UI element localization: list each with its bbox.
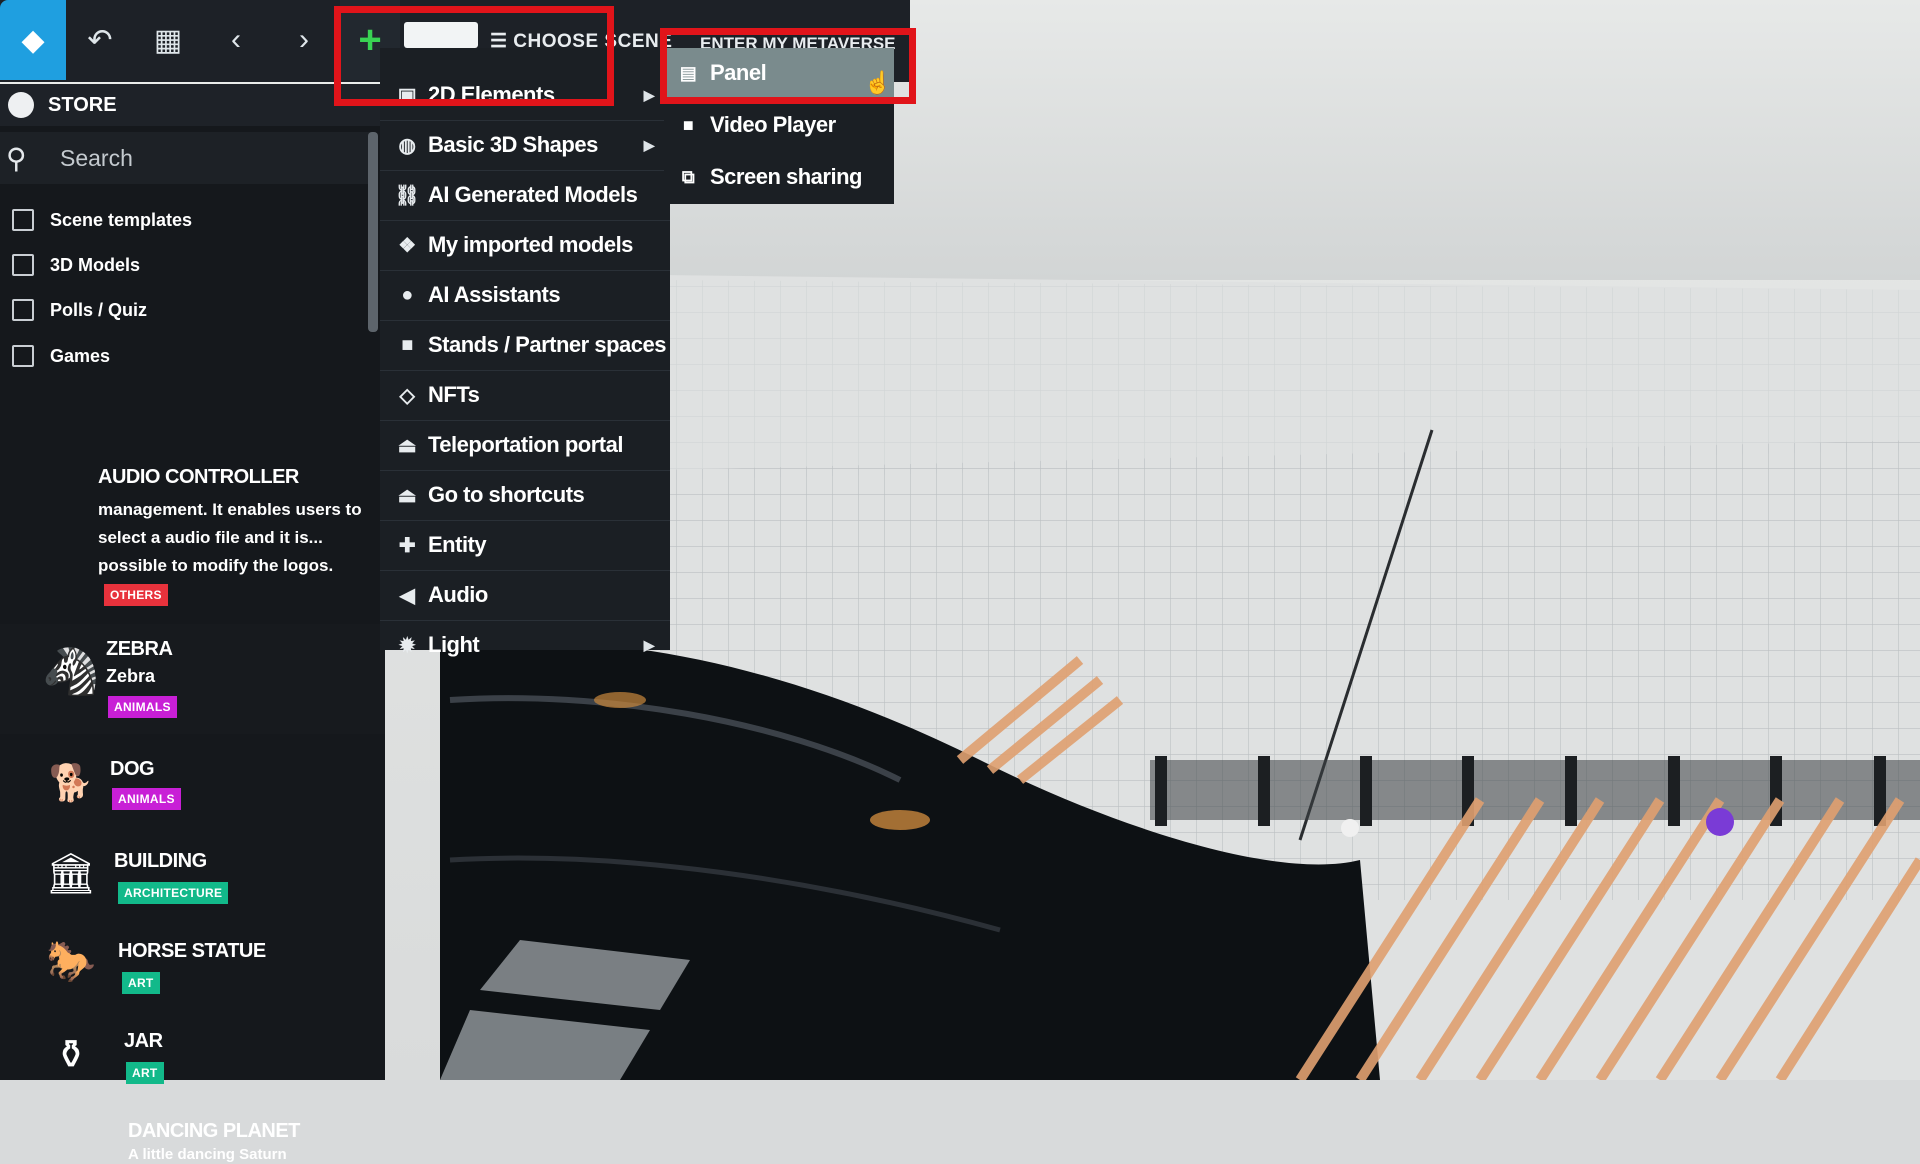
submenu-item-video-player[interactable]: ■ Video Player <box>664 100 894 150</box>
menu-item-go-to-shortcuts[interactable]: ⏏ Go to shortcuts <box>380 470 670 521</box>
item-subtitle: Zebra <box>106 666 156 686</box>
checkbox[interactable] <box>12 345 34 367</box>
list-item[interactable]: 🐎 HORSE STATUE ART <box>0 924 385 1014</box>
menu-item-entity[interactable]: ✚ Entity <box>380 520 670 571</box>
category-badge: ANIMALS <box>108 696 177 718</box>
store-scrollbar[interactable] <box>368 132 378 332</box>
search-icon: ⚲ <box>6 142 27 174</box>
speaker-icon: ◀ <box>399 584 415 607</box>
diamond-icon: ◇ <box>399 384 415 407</box>
menu-item-ai-assistants[interactable]: ● AI Assistants <box>380 270 670 321</box>
item-title: AUDIO CONTROLLER <box>98 466 299 488</box>
sun-icon: ✹ <box>398 634 416 657</box>
undo-icon[interactable]: ↶ <box>66 0 134 80</box>
menu-item-label: AI Assistants <box>428 282 561 307</box>
menu-item-ai-generated-models[interactable]: ⛓ AI Generated Models <box>380 170 670 221</box>
plus-icon: ✚ <box>398 534 416 557</box>
filter-label: Polls / Quiz <box>50 299 148 320</box>
menu-item-label: Stands / Partner spaces <box>428 332 666 357</box>
shapes-icon: ◍ <box>398 134 416 157</box>
hand-cursor-icon: ☝ <box>864 70 892 95</box>
store-toggle[interactable] <box>8 92 34 118</box>
submenu-item-label: Screen sharing <box>710 164 862 189</box>
menu-item-stands[interactable]: ■ Stands / Partner spaces <box>380 320 670 371</box>
menu-item-label: NFTs <box>428 382 480 407</box>
item-title: DANCING PLANET <box>128 1120 300 1142</box>
submenu-item-label: Video Player <box>710 112 836 137</box>
diamond-icon[interactable]: ◆ <box>0 0 66 80</box>
list-item[interactable]: 🐕 DOG ANIMALS <box>0 744 385 834</box>
zebra-thumbnail-icon: 🦓 <box>42 644 100 697</box>
screen-share-icon: ⧉ <box>681 166 695 187</box>
model-icon: ❖ <box>398 234 416 257</box>
item-title: ZEBRA <box>106 638 173 660</box>
building-thumbnail-icon: 🏛 <box>45 851 97 896</box>
menu-item-label: Basic 3D Shapes <box>428 132 598 157</box>
list-item[interactable]: 🦓 ZEBRA Zebra ANIMALS <box>0 624 385 734</box>
store-panel: STORE ⚲ Scene templates 3D Models Polls … <box>0 84 385 1163</box>
category-badge: ART <box>126 1062 164 1084</box>
item-title: BUILDING <box>114 850 207 872</box>
stand-icon: ■ <box>401 333 413 356</box>
layout-icon[interactable]: ▦ <box>134 0 202 80</box>
menu-item-nfts[interactable]: ◇ NFTs <box>380 370 670 421</box>
category-badge: ART <box>122 972 160 994</box>
item-title: JAR <box>124 1030 163 1052</box>
checkbox[interactable] <box>12 254 34 276</box>
filter-label: Games <box>50 345 111 366</box>
menu-item-label: Audio <box>428 582 488 607</box>
menu-item-label: Entity <box>428 532 487 557</box>
item-title: HORSE STATUE <box>118 940 266 962</box>
list-item[interactable]: AUDIO CONTROLLER management. It enables … <box>0 374 385 624</box>
filter-polls-quiz[interactable]: Polls / Quiz <box>12 290 147 330</box>
user-icon: ● <box>401 283 413 306</box>
caret-right-icon: ▶ <box>643 86 655 103</box>
horse-thumbnail-icon: 🐎 <box>46 939 96 984</box>
store-title: STORE <box>48 93 117 116</box>
caret-right-icon: ▶ <box>643 136 655 153</box>
chevron-right-icon[interactable]: › <box>270 0 338 80</box>
menu-item-basic-3d-shapes[interactable]: ◍ Basic 3D Shapes ▶ <box>380 120 670 171</box>
filter-scene-templates[interactable]: Scene templates <box>12 200 192 240</box>
submenu-item-screen-sharing[interactable]: ⧉ Screen sharing <box>664 152 894 202</box>
checkbox[interactable] <box>12 299 34 321</box>
caret-right-icon: ▶ <box>643 636 655 653</box>
filter-label: 3D Models <box>50 254 141 275</box>
chevron-left-icon[interactable]: ‹ <box>202 0 270 80</box>
video-icon: ■ <box>682 114 694 135</box>
item-description: management. It enables users to select a… <box>98 500 362 575</box>
menu-item-label: Teleportation portal <box>428 432 623 457</box>
menu-item-label: Go to shortcuts <box>428 482 585 507</box>
list-item[interactable]: DANCING PLANET A little dancing Saturn <box>0 1104 385 1164</box>
menu-item-label: AI Generated Models <box>428 182 638 207</box>
menu-item-teleportation-portal[interactable]: ⏏ Teleportation portal <box>380 420 670 471</box>
menu-item-my-imported-models[interactable]: ❖ My imported models <box>380 220 670 271</box>
item-title: DOG <box>110 758 155 780</box>
filter-games[interactable]: Games <box>12 336 110 376</box>
menu-item-audio[interactable]: ◀ Audio <box>380 570 670 621</box>
highlight-box <box>334 6 614 106</box>
item-subtitle: A little dancing Saturn <box>128 1146 287 1163</box>
search-input[interactable] <box>58 143 362 173</box>
store-header: STORE <box>0 84 385 126</box>
menu-item-label: My imported models <box>428 232 633 257</box>
portal-icon: ⏏ <box>397 434 417 457</box>
filter-label: Scene templates <box>50 209 193 230</box>
search-bar: ⚲ <box>0 132 370 184</box>
category-badge: OTHERS <box>104 584 168 606</box>
add-menu: ▣ 2D Elements ▶ ◍ Basic 3D Shapes ▶ ⛓ AI… <box>380 48 670 657</box>
shortcut-icon: ⏏ <box>397 484 417 507</box>
list-item[interactable]: 🏛 BUILDING ARCHITECTURE <box>0 834 385 924</box>
category-badge: ARCHITECTURE <box>118 882 229 904</box>
dog-thumbnail-icon: 🐕 <box>48 762 94 803</box>
list-item[interactable]: ⚱ JAR ART <box>0 1014 385 1104</box>
filter-3d-models[interactable]: 3D Models <box>12 245 140 285</box>
menu-item-label: Light <box>428 632 480 657</box>
checkbox[interactable] <box>12 209 34 231</box>
menu-item-light[interactable]: ✹ Light ▶ <box>380 620 670 670</box>
link-icon: ⛓ <box>394 184 420 207</box>
category-badge: ANIMALS <box>112 788 181 810</box>
